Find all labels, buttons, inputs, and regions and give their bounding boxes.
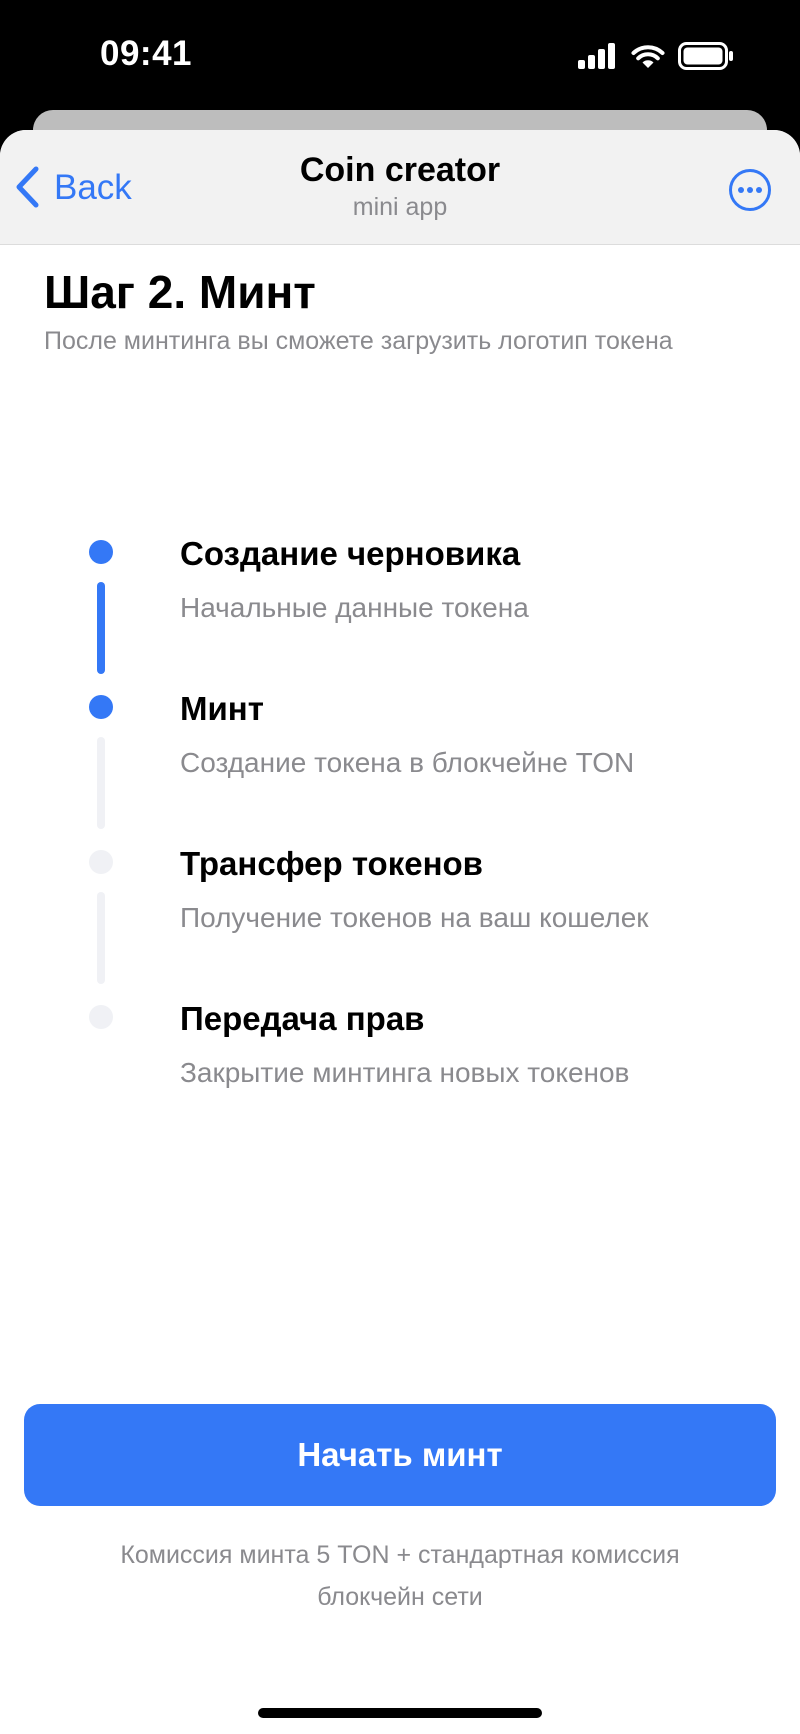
app-title: Coin creator xyxy=(299,151,501,189)
step-indicator-dot xyxy=(89,540,113,564)
fee-note-line-1: Комиссия минта 5 TON + стандартная комис… xyxy=(120,1541,680,1569)
step-title: Создание черновика xyxy=(180,535,521,572)
fee-note: Комиссия минта 5 TON + стандартная комис… xyxy=(60,1534,740,1618)
step-title: Трансфер токенов xyxy=(180,845,483,882)
step-item-mint: Минт Создание токена в блокчейне TON xyxy=(0,689,800,844)
step-connector-line xyxy=(97,737,105,829)
status-icons xyxy=(578,42,734,75)
back-button[interactable]: Back xyxy=(14,162,132,212)
home-indicator xyxy=(258,1708,542,1718)
step-item-rights: Передача прав Закрытие минтинга новых то… xyxy=(0,999,800,1154)
chevron-left-icon xyxy=(14,166,40,208)
start-mint-button[interactable]: Начать минт xyxy=(24,1404,776,1506)
mini-app-header: Back Coin creator mini app xyxy=(0,130,800,245)
more-ellipsis-icon xyxy=(728,169,772,216)
status-time: 09:41 xyxy=(100,34,193,73)
step-description: Начальные данные токена xyxy=(180,592,529,623)
more-button[interactable] xyxy=(728,168,772,212)
cellular-signal-icon xyxy=(578,43,618,74)
fee-note-line-2: блокчейн сети xyxy=(317,1583,483,1611)
step-indicator-dot xyxy=(89,1005,113,1029)
app-subtitle: mini app xyxy=(352,193,448,221)
step-connector-line xyxy=(97,892,105,984)
step-description: Закрытие минтинга новых токенов xyxy=(180,1057,630,1088)
step-description: Создание токена в блокчейне TON xyxy=(180,747,635,778)
wifi-icon xyxy=(630,42,666,75)
step-item-transfer: Трансфер токенов Получение токенов на ва… xyxy=(0,844,800,999)
step-description: Получение токенов на ваш кошелек xyxy=(180,902,649,933)
step-title: Минт xyxy=(180,690,264,727)
back-label: Back xyxy=(54,167,132,207)
step-indicator-dot xyxy=(89,695,113,719)
step-connector-line xyxy=(97,582,105,674)
page-subtitle: После минтинга вы сможете загрузить лого… xyxy=(44,327,673,355)
status-bar: 09:41 xyxy=(0,0,800,110)
step-item-draft: Создание черновика Начальные данные токе… xyxy=(0,534,800,689)
page-title: Шаг 2. Минт xyxy=(44,266,316,318)
mini-app-sheet: Back Coin creator mini app Шаг 2. Минт П… xyxy=(0,130,800,1734)
battery-icon xyxy=(678,42,734,75)
step-indicator-dot xyxy=(89,850,113,874)
step-title: Передача прав xyxy=(180,1000,425,1037)
